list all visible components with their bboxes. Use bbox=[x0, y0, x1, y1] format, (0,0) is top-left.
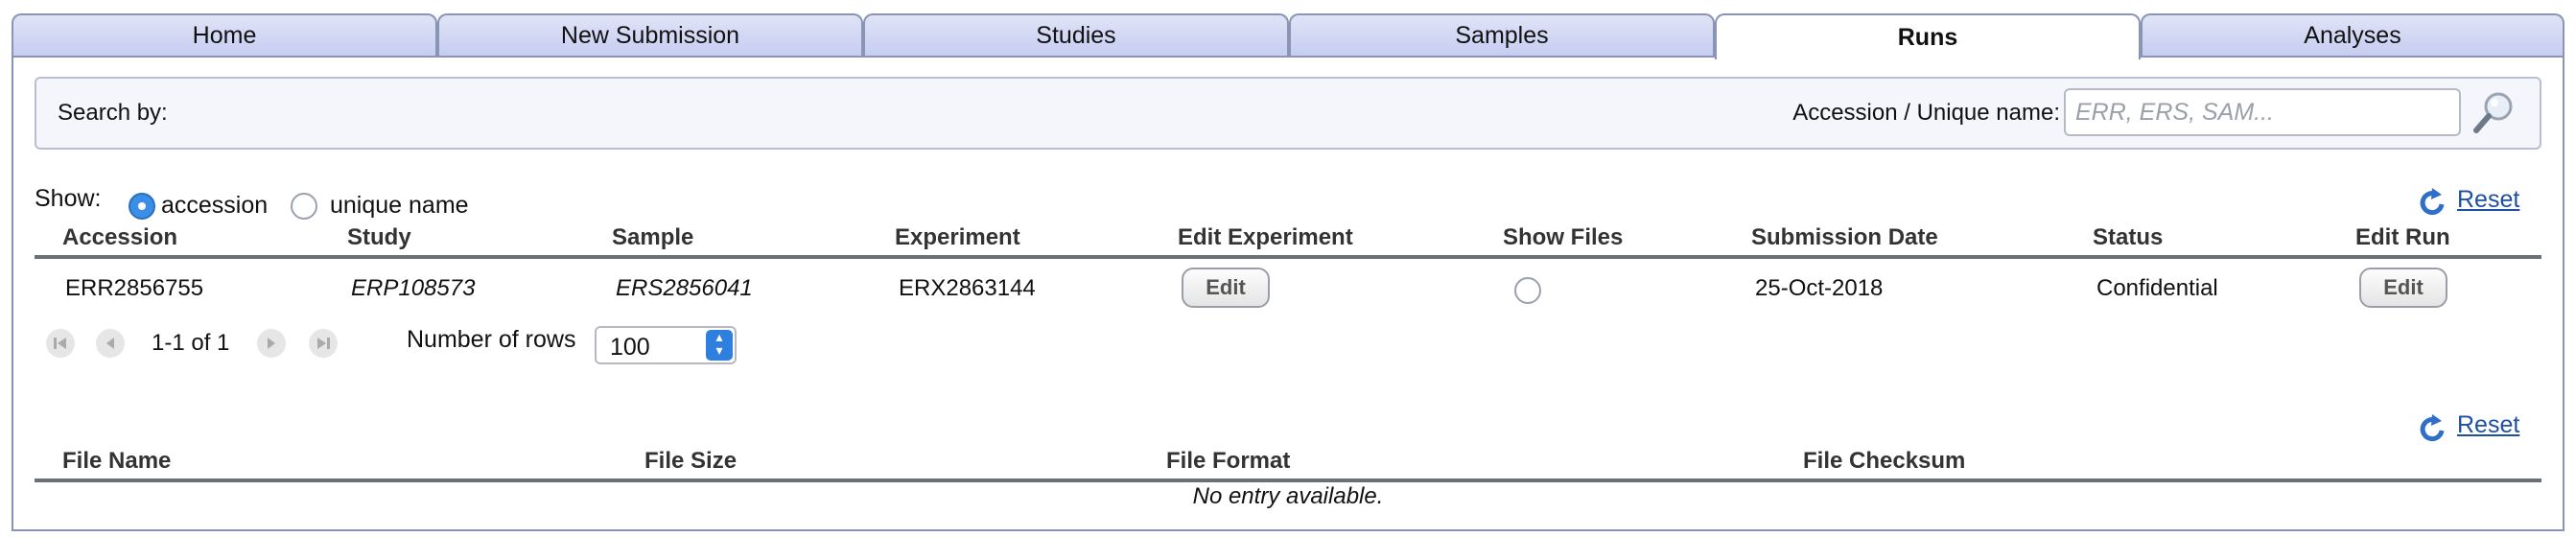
tab-label: Studies bbox=[1036, 21, 1116, 49]
files-reset-link[interactable]: Reset bbox=[2457, 411, 2519, 439]
files-header-divider bbox=[35, 479, 2541, 482]
last-page-button[interactable] bbox=[309, 329, 338, 358]
col-study[interactable]: Study bbox=[347, 224, 411, 251]
prev-page-icon bbox=[106, 338, 114, 349]
rows-value: 100 bbox=[610, 334, 650, 361]
accession-radio-label[interactable]: accession bbox=[161, 192, 268, 220]
tab-label: Analyses bbox=[2304, 21, 2401, 49]
show-label: Show: bbox=[35, 185, 102, 212]
col-status[interactable]: Status bbox=[2093, 224, 2163, 251]
refresh-icon[interactable] bbox=[2419, 414, 2447, 443]
col-file-size[interactable]: File Size bbox=[644, 448, 737, 475]
tab-samples[interactable]: Samples bbox=[1289, 13, 1715, 56]
tab-label: Samples bbox=[1455, 21, 1549, 49]
edit-run-button[interactable]: Edit bbox=[2359, 268, 2447, 308]
col-show-files: Show Files bbox=[1503, 224, 1624, 250]
tab-label: Runs bbox=[1897, 23, 1958, 51]
refresh-icon[interactable] bbox=[2419, 188, 2447, 217]
col-sample[interactable]: Sample bbox=[612, 224, 693, 251]
col-file-format[interactable]: File Format bbox=[1166, 448, 1290, 475]
tab-home[interactable]: Home bbox=[12, 13, 437, 56]
accession-label: Accession / Unique name: bbox=[1792, 100, 2060, 126]
col-file-name[interactable]: File Name bbox=[62, 448, 171, 475]
accession-search-input[interactable] bbox=[2064, 88, 2461, 136]
last-page-icon bbox=[317, 338, 330, 349]
next-page-icon bbox=[268, 338, 275, 349]
first-page-button[interactable] bbox=[46, 329, 75, 358]
tab-label: Home bbox=[192, 21, 257, 49]
main-tabs: Home New Submission Studies Samples Runs… bbox=[12, 13, 2564, 59]
col-experiment[interactable]: Experiment bbox=[895, 224, 1020, 251]
tab-studies[interactable]: Studies bbox=[863, 13, 1289, 56]
cell-status: Confidential bbox=[2096, 275, 2218, 301]
tab-analyses[interactable]: Analyses bbox=[2141, 13, 2564, 56]
col-accession[interactable]: Accession bbox=[62, 224, 177, 251]
cell-experiment: ERX2863144 bbox=[899, 275, 1036, 301]
runs-reset-link[interactable]: Reset bbox=[2457, 186, 2519, 214]
search-panel: Search by: Accession / Unique name: bbox=[35, 77, 2541, 150]
table-header-divider bbox=[35, 255, 2541, 259]
unique-name-radio-label[interactable]: unique name bbox=[330, 192, 469, 220]
unique-name-radio[interactable] bbox=[291, 193, 317, 220]
rows-label: Number of rows bbox=[407, 326, 576, 353]
tab-new-submission[interactable]: New Submission bbox=[437, 13, 863, 56]
pager-range: 1-1 of 1 bbox=[152, 330, 230, 356]
chevron-updown-icon: ▴ ▾ bbox=[706, 330, 733, 361]
cell-submission-date: 25-Oct-2018 bbox=[1755, 275, 1884, 301]
col-submission-date[interactable]: Submission Date bbox=[1751, 224, 1938, 251]
col-file-checksum[interactable]: File Checksum bbox=[1803, 448, 1965, 475]
tab-runs[interactable]: Runs bbox=[1715, 13, 2141, 59]
cell-accession: ERR2856755 bbox=[65, 275, 204, 301]
prev-page-button[interactable] bbox=[96, 329, 125, 358]
magnifier-icon[interactable] bbox=[2469, 88, 2518, 138]
empty-message: No entry available. bbox=[1192, 483, 1384, 509]
accession-radio[interactable] bbox=[129, 193, 155, 220]
show-files-radio[interactable] bbox=[1514, 277, 1541, 304]
tab-divider bbox=[12, 56, 2564, 58]
col-edit-experiment: Edit Experiment bbox=[1178, 224, 1353, 250]
search-by-label: Search by: bbox=[58, 100, 168, 126]
cell-sample: ERS2856041 bbox=[616, 275, 753, 301]
edit-experiment-button[interactable]: Edit bbox=[1182, 268, 1270, 308]
tab-label: New Submission bbox=[560, 21, 740, 49]
rows-per-page-select[interactable]: 100 ▴ ▾ bbox=[595, 326, 737, 364]
next-page-button[interactable] bbox=[257, 329, 286, 358]
first-page-icon bbox=[54, 338, 66, 349]
cell-study: ERP108573 bbox=[351, 275, 476, 301]
col-edit-run: Edit Run bbox=[2355, 224, 2450, 250]
